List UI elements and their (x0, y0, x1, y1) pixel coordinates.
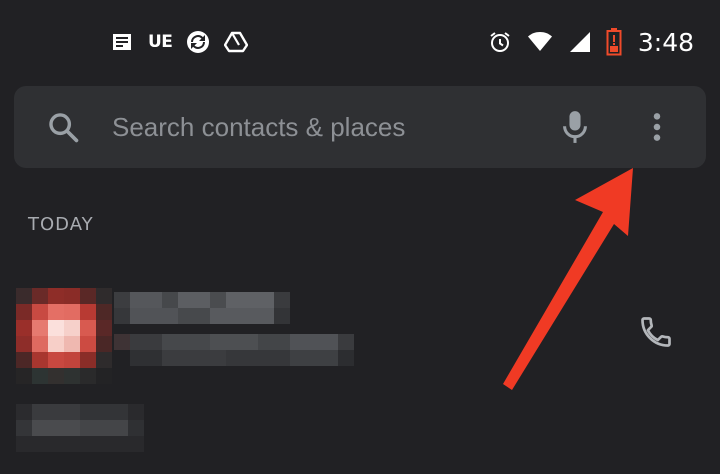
wifi-icon (527, 32, 552, 51)
cell-signal-icon (569, 32, 590, 52)
avatar (16, 288, 112, 384)
notification-icons: UE (110, 28, 249, 56)
status-clock: 3:48 (637, 27, 694, 57)
status-bar: UE 3:48 (0, 0, 720, 84)
news-icon (113, 34, 131, 50)
section-header-today: TODAY (28, 214, 94, 235)
search-bar[interactable]: Search contacts & places (14, 86, 706, 168)
system-icons: 3:48 (488, 26, 694, 58)
drive-icon (224, 31, 249, 53)
more-vert-icon[interactable] (640, 110, 674, 144)
call-log-item[interactable] (0, 278, 720, 388)
search-icon[interactable] (46, 110, 80, 144)
alarm-icon (490, 32, 510, 52)
battery-icon (606, 28, 622, 56)
call-log-item-partial[interactable] (0, 396, 720, 474)
ue-text-icon: UE (148, 32, 173, 52)
search-input[interactable]: Search contacts & places (112, 108, 405, 146)
mic-icon[interactable] (558, 109, 592, 145)
phone-icon[interactable] (638, 314, 674, 350)
sync-icon (187, 31, 210, 53)
